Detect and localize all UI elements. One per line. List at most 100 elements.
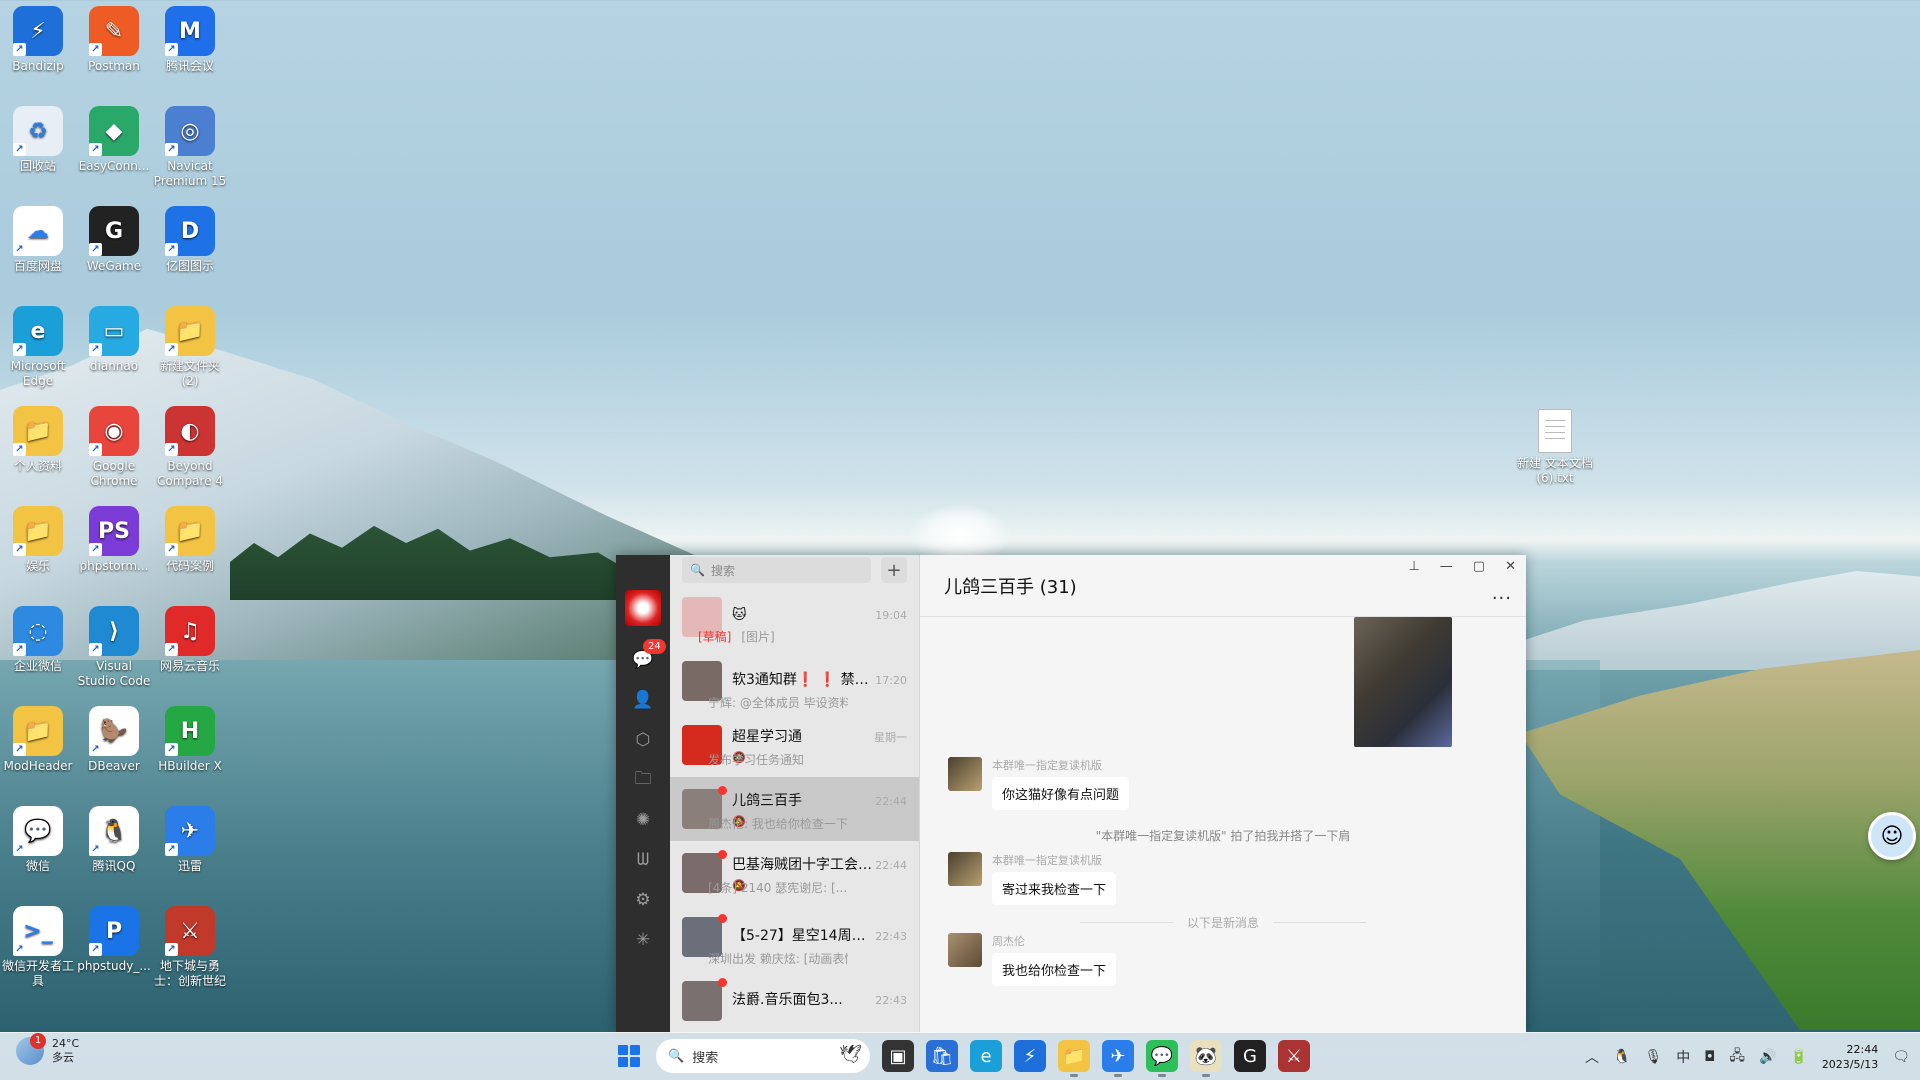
conversation-item[interactable]: 【5-27】星空14周年... 22:43 深圳出发 赖庆炫: [动画表情] [670, 905, 919, 969]
desktop-icon-label: DBeaver [88, 759, 140, 773]
app-tray-icon[interactable]: ◘ [1704, 1049, 1715, 1065]
chevron-up-icon[interactable]: ︿ [1585, 1047, 1599, 1067]
new-messages-divider: 以下是新消息 [1080, 914, 1366, 931]
store-icon[interactable]: 🛍 [926, 1040, 958, 1072]
desktop-icon[interactable]: PS ↗ phpstorm... [76, 500, 152, 574]
maximize-icon[interactable]: ▢ [1473, 559, 1485, 574]
start-button[interactable] [614, 1041, 644, 1071]
app-icon: ♫ ↗ [165, 606, 215, 656]
conversation-item[interactable]: 法爵.音乐面包3... 22:43 [670, 969, 919, 1033]
microphone-icon[interactable]: 🎙 [1644, 1049, 1662, 1065]
desktop-icon[interactable]: e ↗ Microsoft Edge [0, 300, 76, 389]
conversation-item[interactable]: 巴基海贼团十字工会(... 22:44 [4条] 2140 瑟宪谢尼: [... 🔕 [670, 841, 919, 905]
ime-indicator[interactable]: 中 [1676, 1047, 1690, 1067]
message-bubble[interactable]: 我也给你检查一下 [992, 953, 1117, 986]
clock[interactable]: 22:44 2023/5/13 [1822, 1042, 1878, 1072]
desktop-icon-label: 腾讯会议 [165, 59, 214, 73]
desktop-icon[interactable]: ▭ ↗ diannao [76, 300, 152, 374]
more-apps-icon[interactable]: ✳ [631, 928, 655, 952]
desktop-icon[interactable]: ♫ ↗ 网易云音乐 [152, 600, 228, 674]
desktop-icon[interactable]: >_ ↗ 微信开发者工具 [0, 900, 76, 989]
volume-icon[interactable]: 🔊 [1759, 1049, 1776, 1065]
qq-icon[interactable]: 🐼 [1190, 1040, 1222, 1077]
desktop-icon[interactable]: M ↗ 腾讯会议 [152, 0, 228, 74]
desktop-icon[interactable]: ◆ ↗ EasyConn... [76, 100, 152, 174]
desktop-icon[interactable]: ⚔ ↗ 地下城与勇士：创新世纪 [152, 900, 228, 989]
wechat-icon[interactable]: 💬 [1146, 1040, 1178, 1077]
desktop-icon[interactable]: 🐧 ↗ 腾讯QQ [76, 800, 152, 874]
sender-avatar[interactable] [948, 852, 982, 886]
shortcut-arrow-icon: ↗ [13, 243, 26, 256]
chat-nav-icon[interactable]: 💬 24 [631, 639, 666, 672]
contacts-icon[interactable]: 👤 [631, 688, 655, 712]
floating-assistant-icon[interactable]: ☺ [1868, 812, 1916, 860]
message-bubble[interactable]: 寄过来我检查一下 [992, 872, 1117, 905]
pin-icon[interactable]: ⊥ [1408, 559, 1419, 574]
weather-widget[interactable]: 1 24°C 多云 [16, 1033, 79, 1065]
app-icon: e ↗ [13, 306, 63, 356]
taskbar-search[interactable]: 🔍 搜索 🕊 [656, 1039, 870, 1073]
edge-icon[interactable]: e [970, 1040, 1002, 1072]
conversation-item[interactable]: 软3通知群❗ ❗ 禁口... 17:20 宁辉: @全体成员 毕设资料... [670, 649, 919, 713]
favorites-icon[interactable]: ⬡ [631, 728, 655, 752]
desktop-icon[interactable]: H ↗ HBuilder X [152, 700, 228, 774]
dnf-icon[interactable]: ⚔ [1278, 1040, 1310, 1072]
battery-icon[interactable]: 🔋 [1790, 1049, 1807, 1065]
qq-tray-icon[interactable]: 🐧 [1613, 1049, 1630, 1065]
bandizip-icon[interactable]: ⚡ [1014, 1040, 1046, 1072]
desktop-icon[interactable]: ◌ ↗ 企业微信 [0, 600, 76, 674]
sender-avatar[interactable] [948, 757, 982, 791]
desktop-icon[interactable]: P ↗ phpstudy_... [76, 900, 152, 974]
desktop-icon[interactable]: 📁 ↗ 代码案例 [152, 500, 228, 574]
close-icon[interactable]: ✕ [1505, 559, 1516, 574]
miniprogram-icon[interactable]: ⚙ [631, 888, 655, 912]
desktop-icon-label: 亿图图示 [165, 259, 214, 273]
add-button[interactable]: + [881, 557, 907, 583]
conversation-time: 22:44 [875, 859, 907, 872]
clock-time: 22:44 [1846, 1043, 1879, 1056]
message-bubble[interactable]: 你这猫好像有点问题 [992, 777, 1130, 810]
desktop-icon[interactable]: ◐ ↗ Beyond Compare 4 [152, 400, 228, 489]
channels-icon[interactable]: ᗯ [631, 848, 655, 872]
minimize-icon[interactable]: — [1440, 559, 1453, 574]
desktop-icon[interactable]: 📁 ↗ ModHeader [0, 700, 76, 774]
desktop-icon[interactable]: 🦫 ↗ DBeaver [76, 700, 152, 774]
folder-icon[interactable]: 🗀 [631, 768, 655, 792]
search-bar: 🔍 搜索 + [670, 555, 919, 585]
desktop-icon[interactable]: ☁ ↗ 百度网盘 [0, 200, 76, 274]
conversation-time: 17:20 [875, 673, 907, 687]
conversation-preview: 宁辉: @全体成员 毕设资料... [698, 694, 848, 711]
desktop-icon[interactable]: G ↗ WeGame [76, 200, 152, 274]
moments-icon[interactable]: ✺ [631, 808, 655, 832]
more-options-icon[interactable]: ... [1492, 583, 1512, 604]
desktop-icon[interactable]: D ↗ 亿图图示 [152, 200, 228, 274]
file-explorer-icon[interactable]: 📁 [1058, 1040, 1090, 1077]
desktop-icon[interactable]: ⟩ ↗ Visual Studio Code [76, 600, 152, 689]
app-icon: G ↗ [89, 206, 139, 256]
avatar[interactable] [625, 590, 661, 626]
wegame-icon[interactable]: G [1234, 1040, 1266, 1072]
desktop-icon[interactable]: ◎ ↗ Navicat Premium 15 [152, 100, 228, 189]
desktop-icon[interactable]: 💬 ↗ 微信 [0, 800, 76, 874]
conversation-time: 星期一 [874, 731, 907, 744]
search-input[interactable]: 🔍 搜索 [682, 557, 871, 583]
desktop-icon[interactable]: ♻ ↗ 回收站 [0, 100, 76, 174]
app-icon: 💬 ↗ [13, 806, 63, 856]
sender-avatar[interactable] [948, 933, 982, 967]
desktop-file-txt[interactable]: 新建 文本文档 (6).txt [1515, 405, 1595, 486]
desktop-icon[interactable]: ⚡ ↗ Bandizip [0, 0, 76, 74]
desktop-icon[interactable]: ✈ ↗ 迅雷 [152, 800, 228, 874]
task-view-icon[interactable]: ▣ [882, 1040, 914, 1072]
desktop-icon[interactable]: 📁 ↗ 娱乐 [0, 500, 76, 574]
notification-icon[interactable]: 🗨 [1892, 1049, 1910, 1065]
xunlei-icon[interactable]: ✈ [1102, 1040, 1134, 1077]
desktop-icon[interactable]: ◉ ↗ Google Chrome [76, 400, 152, 489]
desktop-icon[interactable]: 📁 ↗ 个人资料 [0, 400, 76, 474]
desktop-icon[interactable]: ✎ ↗ Postman [76, 0, 152, 74]
image-message[interactable] [1354, 617, 1452, 747]
conversation-item[interactable]: 儿鸽三百手 22:44 周杰伦: 我也给你检查一下 🔕 [670, 777, 919, 841]
desktop-icon[interactable]: 📁 ↗ 新建文件夹 (2) [152, 300, 228, 389]
network-icon[interactable]: 🖧 [1729, 1045, 1745, 1069]
conversation-item[interactable]: 超星学习通 星期一 发布学习任务通知 🔕 [670, 713, 919, 777]
conversation-item[interactable]: 🐱 19:04 [草稿] [图片] [670, 585, 919, 649]
